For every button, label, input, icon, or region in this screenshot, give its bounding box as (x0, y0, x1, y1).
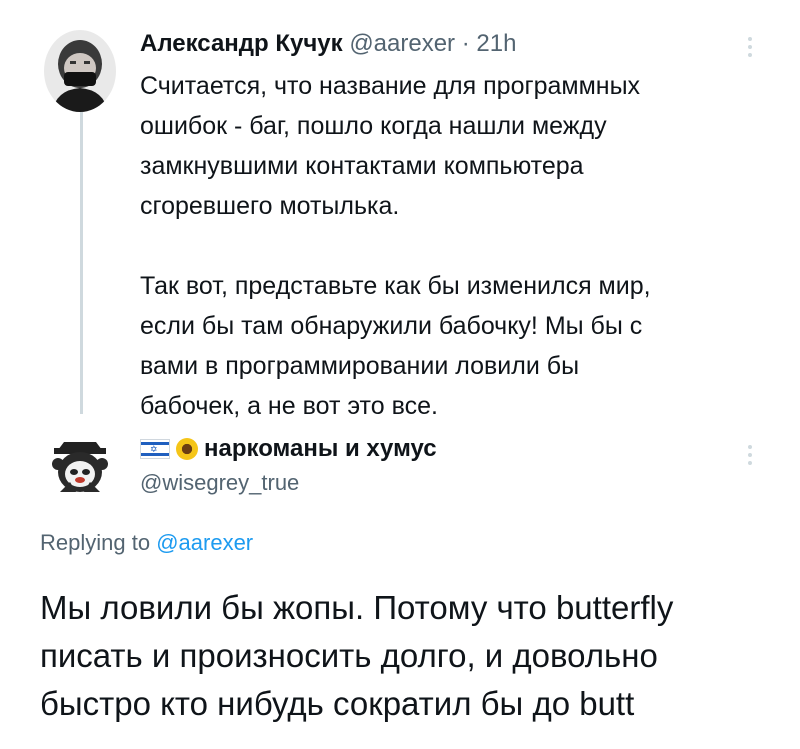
tweet-timestamp[interactable]: 21h (476, 30, 516, 57)
reply-text: Мы ловили бы жопы. Потому что butterfly … (40, 584, 780, 728)
tweet-text-line: ошибок - баг, пошло когда нашли между (140, 112, 607, 140)
reply-text-line: Мы ловили бы жопы. Потому что butterfly (40, 589, 674, 626)
tweet-header: Александр Кучук @aarexer · 21h (140, 28, 516, 60)
author-handle[interactable]: @aarexer (349, 30, 455, 57)
more-options-icon[interactable] (740, 440, 760, 470)
masked-person-avatar-icon (44, 30, 116, 112)
author-avatar[interactable] (44, 30, 116, 112)
tweet-text-line: замкнувшими контактами компьютера (140, 152, 584, 180)
reply-text-line: быстро кто нибудь сократил бы до butt (40, 685, 635, 722)
reply-author-name[interactable]: наркоманы и хумус (204, 432, 437, 466)
thread-connector-line (80, 112, 83, 414)
author-name[interactable]: Александр Кучук (140, 30, 343, 57)
panda-hat-avatar-icon (46, 432, 114, 498)
tweet-text-line: Так вот, представьте как бы изменился ми… (140, 272, 651, 300)
tweet-text-line: если бы там обнаружили бабочку! Мы бы с (140, 312, 643, 340)
tweet-text-line: бабочек, а не вот это все. (140, 392, 438, 420)
sunflower-icon (176, 438, 198, 460)
replying-to-mention[interactable]: @aarexer (156, 530, 253, 555)
replying-to-prefix: Replying to (40, 530, 151, 555)
more-options-icon[interactable] (740, 32, 760, 62)
israel-flag-icon: ✡ (140, 439, 170, 459)
header-separator: · (461, 30, 470, 57)
tweet-text: Считается, что название для программных … (140, 66, 760, 426)
replying-to-line: Replying to @aarexer (40, 528, 253, 558)
reply-author-handle[interactable]: @wisegrey_true (140, 468, 299, 498)
tweet-text-line: вами в программировании ловили бы (140, 352, 580, 380)
reply-author-avatar[interactable] (46, 432, 114, 498)
tweet-text-line: сгоревшего мотылька. (140, 192, 400, 220)
reply-header: ✡ наркоманы и хумус (140, 432, 437, 466)
tweet-text-line: Считается, что название для программных (140, 72, 641, 100)
reply-text-line: писать и произносить долго, и довольно (40, 637, 658, 674)
